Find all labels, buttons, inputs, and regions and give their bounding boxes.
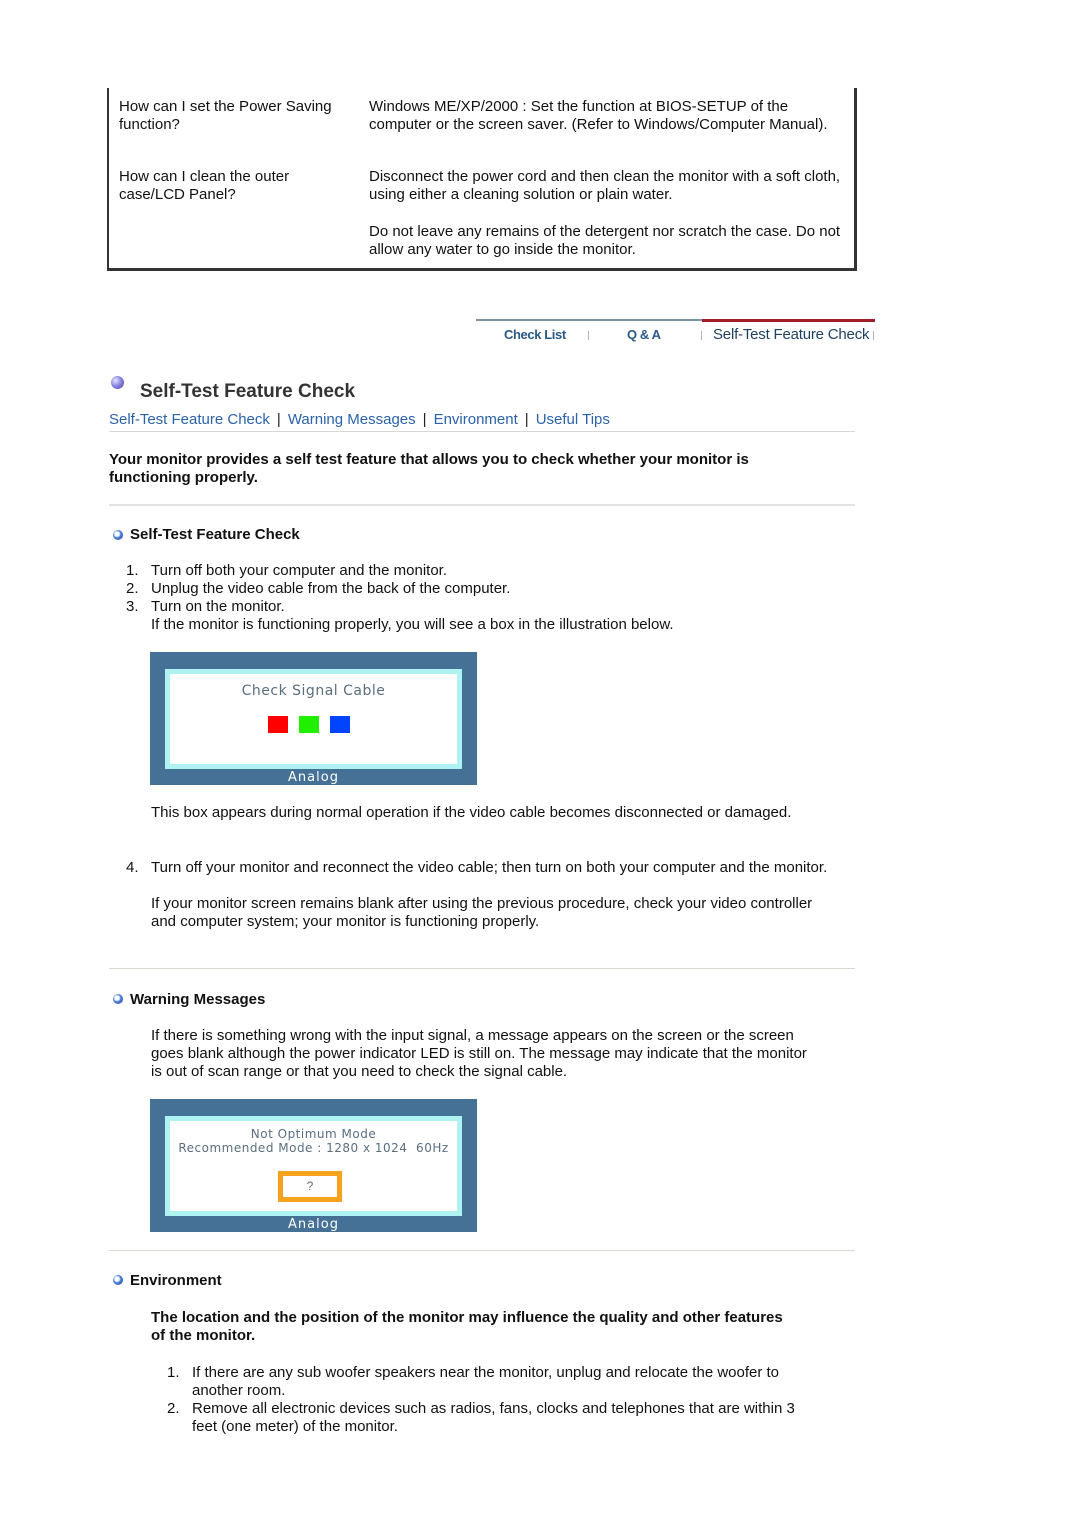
list-number: 2. [126,580,139,597]
link-separator: | [422,411,427,428]
qa-question: How can I set the Power Saving function? [119,98,332,133]
environment-intro: The location and the position of the mon… [151,1309,783,1344]
tab-navigation: Check List Q & A Self-Test Feature Check [476,319,876,349]
section-bullet-icon [113,530,123,540]
link-useful-tips[interactable]: Useful Tips [536,411,610,428]
tab-separator [701,331,702,340]
divider [109,1250,855,1251]
qa-question: How can I clean the outer case/LCD Panel… [119,168,290,203]
page-title: Self-Test Feature Check [140,381,356,402]
tab-self-test-feature-check[interactable]: Self-Test Feature Check [713,326,870,343]
list-text: Turn off both your computer and the moni… [151,562,448,579]
list-item: 1. Turn off both your computer and the m… [126,562,826,580]
osd-line1: Not Optimum Mode [250,1127,377,1141]
section-heading-warning: Warning Messages [130,991,266,1008]
osd-caption: This box appears during normal operation… [151,804,792,821]
list-item: 1. If there are any sub woofer speakers … [167,1364,827,1400]
link-separator: | [524,411,529,428]
osd-check-signal-illustration: Check Signal Cable Analog [150,652,477,785]
list-item: 2. Remove all electronic devices such as… [167,1400,827,1436]
link-self-test[interactable]: Self-Test Feature Check [109,411,270,428]
list-text: Turn off your monitor and reconnect the … [151,859,828,876]
osd-message: Check Signal Cable [241,683,386,699]
list-text: Turn on the monitor. [151,598,285,615]
list-item: 3. Turn on the monitor. [126,598,826,616]
osd-screen: Not Optimum Mode Recommended Mode : 1280… [165,1116,462,1216]
list-number: 1. [167,1364,180,1381]
red-square [268,716,288,733]
osd-not-optimum-illustration: Not Optimum Mode Recommended Mode : 1280… [150,1099,477,1232]
link-warning-messages[interactable]: Warning Messages [288,411,416,428]
blue-square [330,716,350,733]
osd-help-button: ? [278,1171,342,1202]
list-number: 3. [126,598,139,615]
section-bullet-icon [113,994,123,1004]
section-heading-self-test: Self-Test Feature Check [130,526,300,543]
title-bullet-icon [111,376,124,389]
osd-footer: Analog [288,770,339,785]
section-heading-environment: Environment [130,1272,222,1289]
qa-answer: Do not leave any remains of the detergen… [369,223,841,258]
list-number: 4. [126,859,139,876]
qa-answer: Windows ME/XP/2000 : Set the function at… [369,98,828,133]
osd-footer: Analog [288,1217,339,1232]
list-number: 2. [167,1400,180,1417]
section-bullet-icon [113,1275,123,1285]
tab-line-active [702,319,875,322]
list-item: 4. Turn off your monitor and reconnect t… [126,859,836,895]
divider [109,504,855,506]
tab-check-list[interactable]: Check List [504,327,566,342]
osd-line2: Recommended Mode : 1280 x 1024 60Hz [178,1141,449,1155]
tab-separator [873,331,874,340]
intro-text: Your monitor provides a self test featur… [109,451,749,486]
link-separator: | [276,411,281,428]
green-square [299,716,319,733]
step-note: If the monitor is functioning properly, … [151,616,674,633]
osd-screen: Check Signal Cable [165,669,462,769]
list-text: If there are any sub woofer speakers nea… [192,1364,780,1399]
qa-table: How can I set the Power Saving function?… [107,88,857,271]
list-text: Unplug the video cable from the back of … [151,580,511,597]
tab-line-inactive [476,319,702,321]
list-text: Remove all electronic devices such as ra… [192,1400,795,1435]
warning-text: If there is something wrong with the inp… [151,1027,807,1080]
tab-q-and-a[interactable]: Q & A [627,327,661,342]
step-note: If your monitor screen remains blank aft… [151,895,813,930]
section-links: Self-Test Feature Check | Warning Messages… [109,411,855,432]
list-number: 1. [126,562,139,579]
tab-separator [588,331,589,340]
divider [109,968,855,969]
link-environment[interactable]: Environment [434,411,518,428]
list-item: 2. Unplug the video cable from the back … [126,580,826,598]
qa-answer: Disconnect the power cord and then clean… [369,168,841,203]
